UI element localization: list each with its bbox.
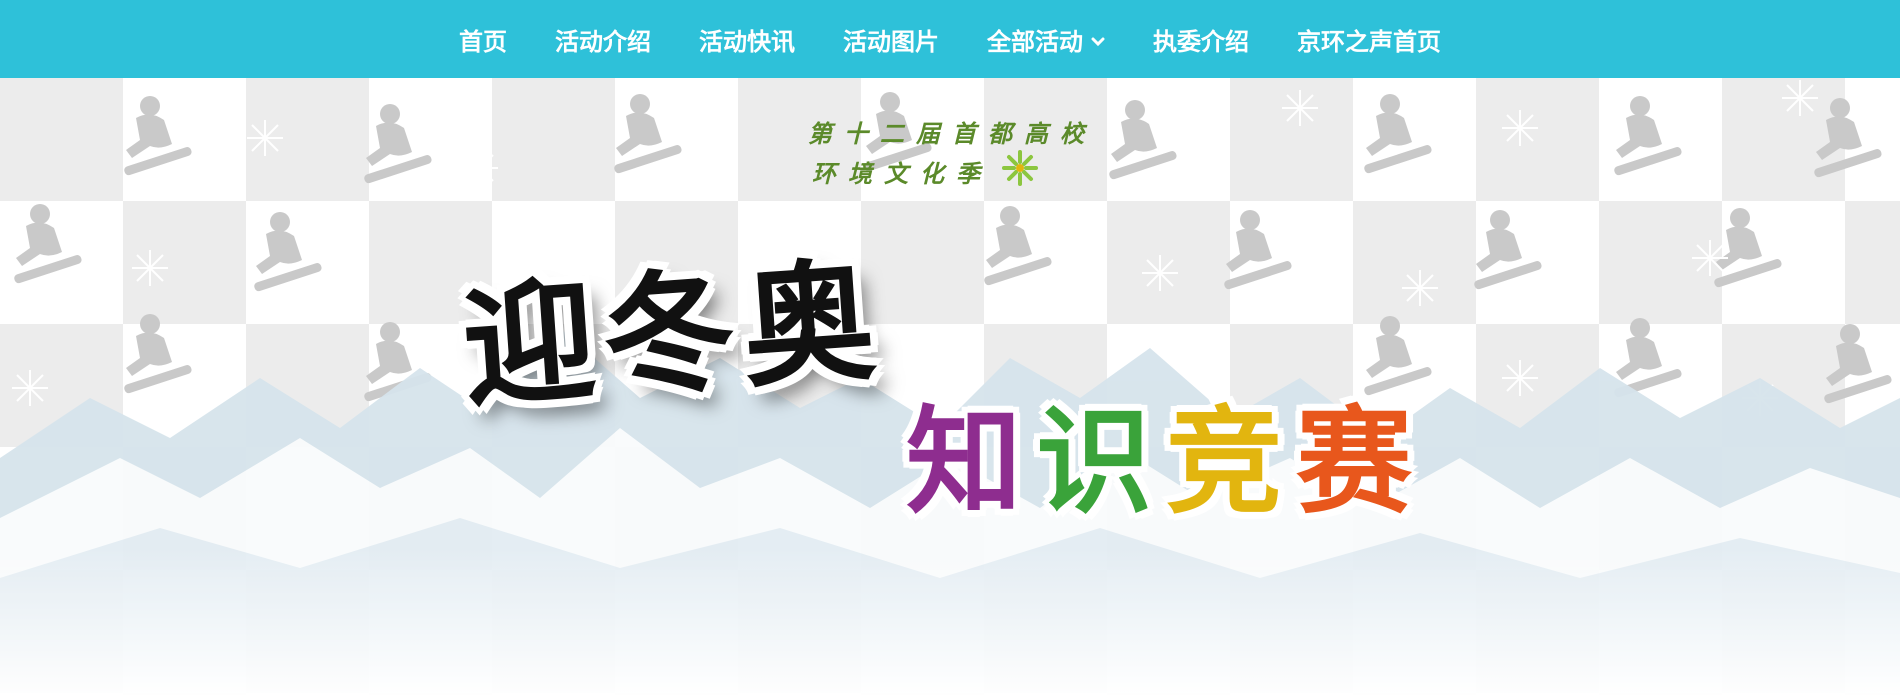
title-char: 赛: [1296, 394, 1426, 530]
nav-item-label: 首页: [459, 27, 507, 56]
nav-item-label: 活动图片: [843, 27, 939, 56]
banner-title-sub: 知识竞赛: [906, 368, 1426, 536]
flower-logo-icon: [1002, 150, 1038, 186]
nav-item-home[interactable]: 首页: [459, 22, 507, 57]
nav-item-activity-news[interactable]: 活动快讯: [699, 22, 795, 57]
nav-item-label: 活动快讯: [699, 27, 795, 56]
nav-item-activity-photos[interactable]: 活动图片: [843, 22, 939, 57]
nav-item-voice-home[interactable]: 京环之声首页: [1297, 22, 1441, 57]
chevron-down-icon: [1091, 25, 1105, 53]
nav-item-label: 全部活动: [987, 27, 1083, 56]
nav-item-committee-intro[interactable]: 执委介绍: [1153, 22, 1249, 57]
nav-item-label: 执委介绍: [1153, 27, 1249, 56]
nav-menu: 首页 活动介绍 活动快讯 活动图片 全部活动 执委介绍 京环之声首页: [435, 22, 1465, 57]
title-char: 识: [1036, 394, 1166, 530]
event-series-line-2: 环境文化季: [812, 160, 992, 188]
hero-banner: 第十二届首都高校 环境文化季 迎冬奥 知识竞赛: [0, 78, 1900, 695]
nav-item-activity-intro[interactable]: 活动介绍: [555, 22, 651, 57]
title-char: 知: [906, 394, 1036, 530]
nav-item-label: 京环之声首页: [1297, 27, 1441, 56]
nav-item-label: 活动介绍: [555, 27, 651, 56]
event-series-line-1: 第十二届首都高校: [808, 120, 1096, 148]
banner-title-main: 迎冬奥: [457, 242, 888, 427]
title-char: 竞: [1166, 394, 1296, 530]
top-nav: 首页 活动介绍 活动快讯 活动图片 全部活动 执委介绍 京环之声首页: [0, 0, 1900, 78]
nav-item-all-activities[interactable]: 全部活动: [987, 22, 1105, 57]
